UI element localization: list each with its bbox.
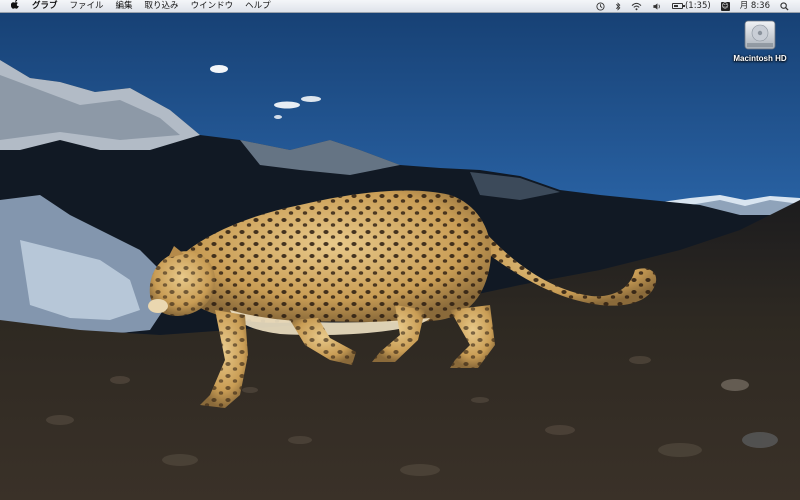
battery-icon bbox=[671, 3, 685, 9]
hard-drive-icon bbox=[743, 18, 777, 52]
clock[interactable]: 月 8:36 bbox=[735, 0, 775, 13]
volume-icon[interactable] bbox=[647, 2, 667, 11]
desktop-icon-macintosh-hd[interactable]: Macintosh HD bbox=[728, 18, 792, 63]
menu-help[interactable]: ヘルプ bbox=[239, 0, 277, 13]
apple-logo-icon bbox=[10, 0, 19, 9]
menu-bar-status: (1:35) ☺ 月 8:36 bbox=[591, 0, 800, 13]
cloud bbox=[210, 65, 228, 73]
user-icon[interactable]: ☺ bbox=[716, 1, 735, 11]
wifi-icon[interactable] bbox=[626, 2, 647, 11]
desktop-icon-label: Macintosh HD bbox=[733, 54, 787, 63]
menu-app-name[interactable]: グラブ bbox=[26, 0, 64, 13]
desktop-wallpaper bbox=[0, 0, 800, 500]
apple-icon[interactable] bbox=[0, 0, 26, 14]
time-machine-icon[interactable] bbox=[591, 1, 610, 11]
menu-bar-left: グラブ ファイル 編集 取り込み ウインドウ ヘルプ bbox=[0, 0, 277, 13]
desktop[interactable]: グラブ ファイル 編集 取り込み ウインドウ ヘルプ (1:35) ☺ 月 8:… bbox=[0, 0, 800, 500]
battery-status[interactable]: (1:35) bbox=[667, 0, 716, 13]
menu-capture[interactable]: 取り込み bbox=[139, 0, 185, 13]
menu-bar: グラブ ファイル 編集 取り込み ウインドウ ヘルプ (1:35) ☺ 月 8:… bbox=[0, 0, 800, 13]
spotlight-icon[interactable] bbox=[775, 1, 794, 11]
bluetooth-icon[interactable] bbox=[610, 1, 626, 11]
battery-time: (1:35) bbox=[684, 0, 711, 11]
menu-file[interactable]: ファイル bbox=[64, 0, 110, 13]
menu-window[interactable]: ウインドウ bbox=[185, 0, 240, 13]
menu-edit[interactable]: 編集 bbox=[110, 0, 139, 13]
